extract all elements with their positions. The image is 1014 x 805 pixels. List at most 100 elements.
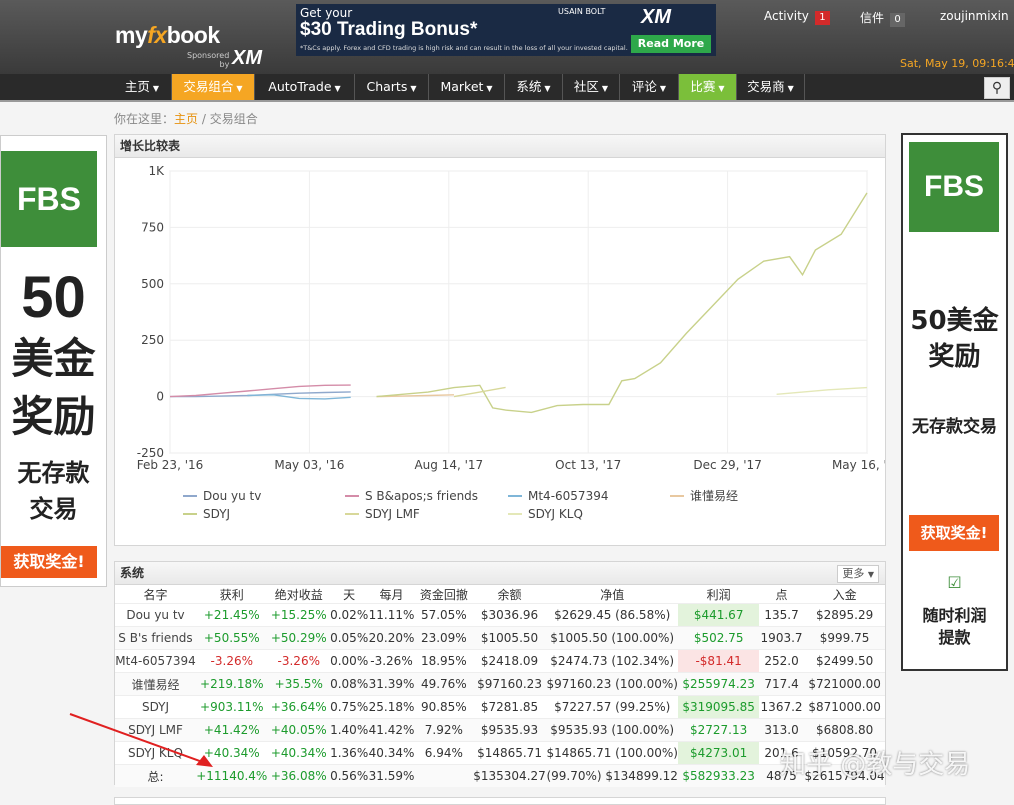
ad-line3: 无存款交易 bbox=[912, 417, 997, 437]
table-cell[interactable]: S B's friends bbox=[115, 626, 196, 650]
table-cell[interactable]: SDYJ bbox=[115, 695, 196, 719]
table-cell[interactable]: SDYJ LMF bbox=[115, 718, 196, 742]
read-more-button[interactable]: Read More bbox=[631, 35, 711, 53]
column-header[interactable]: 天 bbox=[330, 585, 368, 604]
table-cell: +40.34% bbox=[267, 741, 330, 765]
search-button[interactable]: ⚲ bbox=[984, 77, 1010, 99]
fbs-logo: FBS bbox=[1, 151, 97, 247]
column-header[interactable]: 名字 bbox=[115, 585, 196, 604]
sponsor-logo[interactable]: XM bbox=[232, 47, 262, 70]
ad-cta-button[interactable]: 获取奖金! bbox=[909, 515, 999, 551]
nav-systems[interactable]: 系统 ▼ bbox=[505, 74, 563, 100]
table-cell: 40.34% bbox=[368, 741, 415, 765]
table-row: S B's friends +50.55% +50.29% 0.05% 20.20% 23… bbox=[115, 626, 885, 650]
y-tick-label: 0 bbox=[156, 390, 164, 404]
table-cell[interactable]: 谁懂易经 bbox=[115, 672, 196, 696]
nav-community[interactable]: 社区 ▼ bbox=[563, 74, 620, 100]
username-link[interactable]: zoujinmixin bbox=[940, 9, 1009, 23]
legend-label: SDYJ KLQ bbox=[528, 507, 583, 521]
table-cell: $135304.27 bbox=[473, 764, 547, 787]
table-cell: 6.94% bbox=[414, 741, 474, 765]
chevron-down-icon: ▼ bbox=[659, 84, 667, 93]
table-cell: +15.25% bbox=[267, 603, 330, 627]
ad-line3: 无存款 bbox=[17, 459, 90, 487]
growth-comparison-panel: 增长比较表 1K 750 500 250 0 -250 Feb 23, '16 May 03,… bbox=[114, 134, 886, 546]
fbs-ad-left[interactable]: FBS 50 美金 奖励 无存款 交易 获取奖金! bbox=[0, 135, 107, 587]
legend-label: S B&apos;s friends bbox=[365, 489, 478, 503]
nav-portfolio[interactable]: 交易组合 ▼ bbox=[172, 74, 255, 100]
messages-link[interactable]: 信件 0 bbox=[860, 9, 906, 27]
table-cell: $319095.85 bbox=[678, 695, 759, 719]
nav-brokers[interactable]: 交易商 ▼ bbox=[737, 74, 805, 100]
table-cell: $582933.23 bbox=[678, 764, 759, 787]
nav-home[interactable]: 主页 ▼ bbox=[113, 74, 172, 100]
breadcrumb-home-link[interactable]: 主页 bbox=[174, 112, 198, 126]
chevron-down-icon: ▼ bbox=[787, 84, 794, 93]
systems-panel: 系统 更多 ▼ 名字 获利 绝对收益天每月 资金回撤 余额 净值 利润点入金 Dou yu … bbox=[114, 561, 886, 787]
table-cell: $3036.96 bbox=[473, 603, 547, 627]
nav-market[interactable]: Market ▼ bbox=[429, 74, 505, 100]
ad-line1: 50美金 bbox=[910, 306, 999, 336]
column-header[interactable]: 资金回撤 bbox=[415, 585, 473, 604]
table-cell[interactable]: Dou yu tv bbox=[115, 603, 196, 627]
table-cell: $2727.13 bbox=[678, 718, 759, 742]
table-cell: $9535.93 (100.00%) bbox=[546, 718, 679, 742]
y-tick-label: 1K bbox=[148, 164, 165, 178]
table-cell: $14865.71 (100.00%) bbox=[546, 741, 679, 765]
trading-bonus-banner[interactable]: Get your $30 Trading Bonus* *T&Cs apply.… bbox=[296, 4, 716, 56]
table-cell: 0.05% bbox=[329, 626, 369, 650]
table-cell: $871000.00 bbox=[804, 695, 885, 719]
y-tick-label: 500 bbox=[141, 277, 164, 291]
table-cell: 总: bbox=[115, 764, 196, 787]
table-row: SDYJ +903.11% +36.64% 0.75% 25.18% 90.85% $728… bbox=[115, 695, 885, 719]
legend-label: SDYJ LMF bbox=[365, 507, 420, 521]
user-bar: Activity 1 信件 0 zoujinmixin bbox=[752, 3, 1014, 29]
column-header[interactable]: 绝对收益 bbox=[268, 585, 330, 604]
more-button[interactable]: 更多 ▼ bbox=[837, 565, 879, 583]
panel-title: 系统 更多 ▼ bbox=[115, 562, 885, 585]
column-header[interactable]: 获利 bbox=[196, 585, 268, 604]
table-cell: 25.18% bbox=[368, 695, 415, 719]
chevron-down-icon: ▼ bbox=[486, 84, 493, 93]
table-cell: $97160.23 bbox=[473, 672, 547, 696]
column-header[interactable]: 利润 bbox=[678, 585, 759, 604]
current-date: Sat, May 19, 09:16:4 bbox=[900, 57, 1014, 70]
ad-cta-button[interactable]: 获取奖金! bbox=[1, 546, 97, 578]
table-cell: $14865.71 bbox=[473, 741, 547, 765]
table-cell: $7227.57 (99.25%) bbox=[546, 695, 679, 719]
nav-reviews[interactable]: 评论 ▼ bbox=[620, 74, 679, 100]
column-header[interactable]: 入金 bbox=[804, 585, 885, 604]
x-tick-label: May 03, '16 bbox=[274, 458, 344, 472]
nav-contests[interactable]: 比赛 ▼ bbox=[679, 74, 737, 100]
table-cell: 0.08% bbox=[329, 672, 369, 696]
myfxbook-logo[interactable]: myfxbook bbox=[115, 22, 220, 49]
table-cell: 252.0 bbox=[758, 649, 805, 673]
table-cell: 0.56% bbox=[329, 764, 369, 787]
table-cell: +50.55% bbox=[196, 626, 268, 650]
checkbox-icon: ☑ bbox=[947, 573, 962, 592]
nav-autotrade[interactable]: AutoTrade ▼ bbox=[255, 74, 355, 100]
table-cell[interactable]: SDYJ KLQ bbox=[115, 741, 196, 765]
growth-comparison-chart[interactable]: 1K7505002500-250Feb 23, '16 May 03, '16 Au… bbox=[115, 158, 885, 546]
table-cell: $6808.80 bbox=[804, 718, 885, 742]
chevron-down-icon: ▼ bbox=[334, 84, 341, 93]
activity-count-badge: 1 bbox=[814, 11, 830, 25]
banner-headline: $30 Trading Bonus* bbox=[300, 19, 478, 40]
watermark: 知乎 @教与交易 bbox=[780, 750, 971, 780]
breadcrumb-current: 交易组合 bbox=[209, 112, 258, 126]
legend-label: SDYJ bbox=[203, 507, 230, 521]
column-header[interactable]: 净值 bbox=[546, 585, 678, 604]
table-cell: +21.45% bbox=[196, 603, 268, 627]
nav-charts[interactable]: Charts ▼ bbox=[355, 74, 429, 100]
table-cell[interactable]: Mt4-6057394 bbox=[115, 649, 196, 673]
fbs-ad-right[interactable]: FBS 50美金 奖励 无存款交易 获取奖金! ☑ 随时利润 提款 bbox=[901, 133, 1008, 671]
column-header[interactable]: 每月 bbox=[368, 585, 414, 604]
column-header[interactable]: 点 bbox=[759, 585, 804, 604]
ad-line2: 奖励 bbox=[11, 392, 96, 441]
column-header[interactable]: 余额 bbox=[473, 585, 546, 604]
chevron-down-icon: ▼ bbox=[867, 570, 874, 579]
table-cell: 135.7 bbox=[758, 603, 805, 627]
table-cell: -3.26% bbox=[196, 649, 268, 673]
chevron-down-icon: ▼ bbox=[718, 84, 725, 93]
activity-link[interactable]: Activity 1 bbox=[764, 9, 830, 25]
